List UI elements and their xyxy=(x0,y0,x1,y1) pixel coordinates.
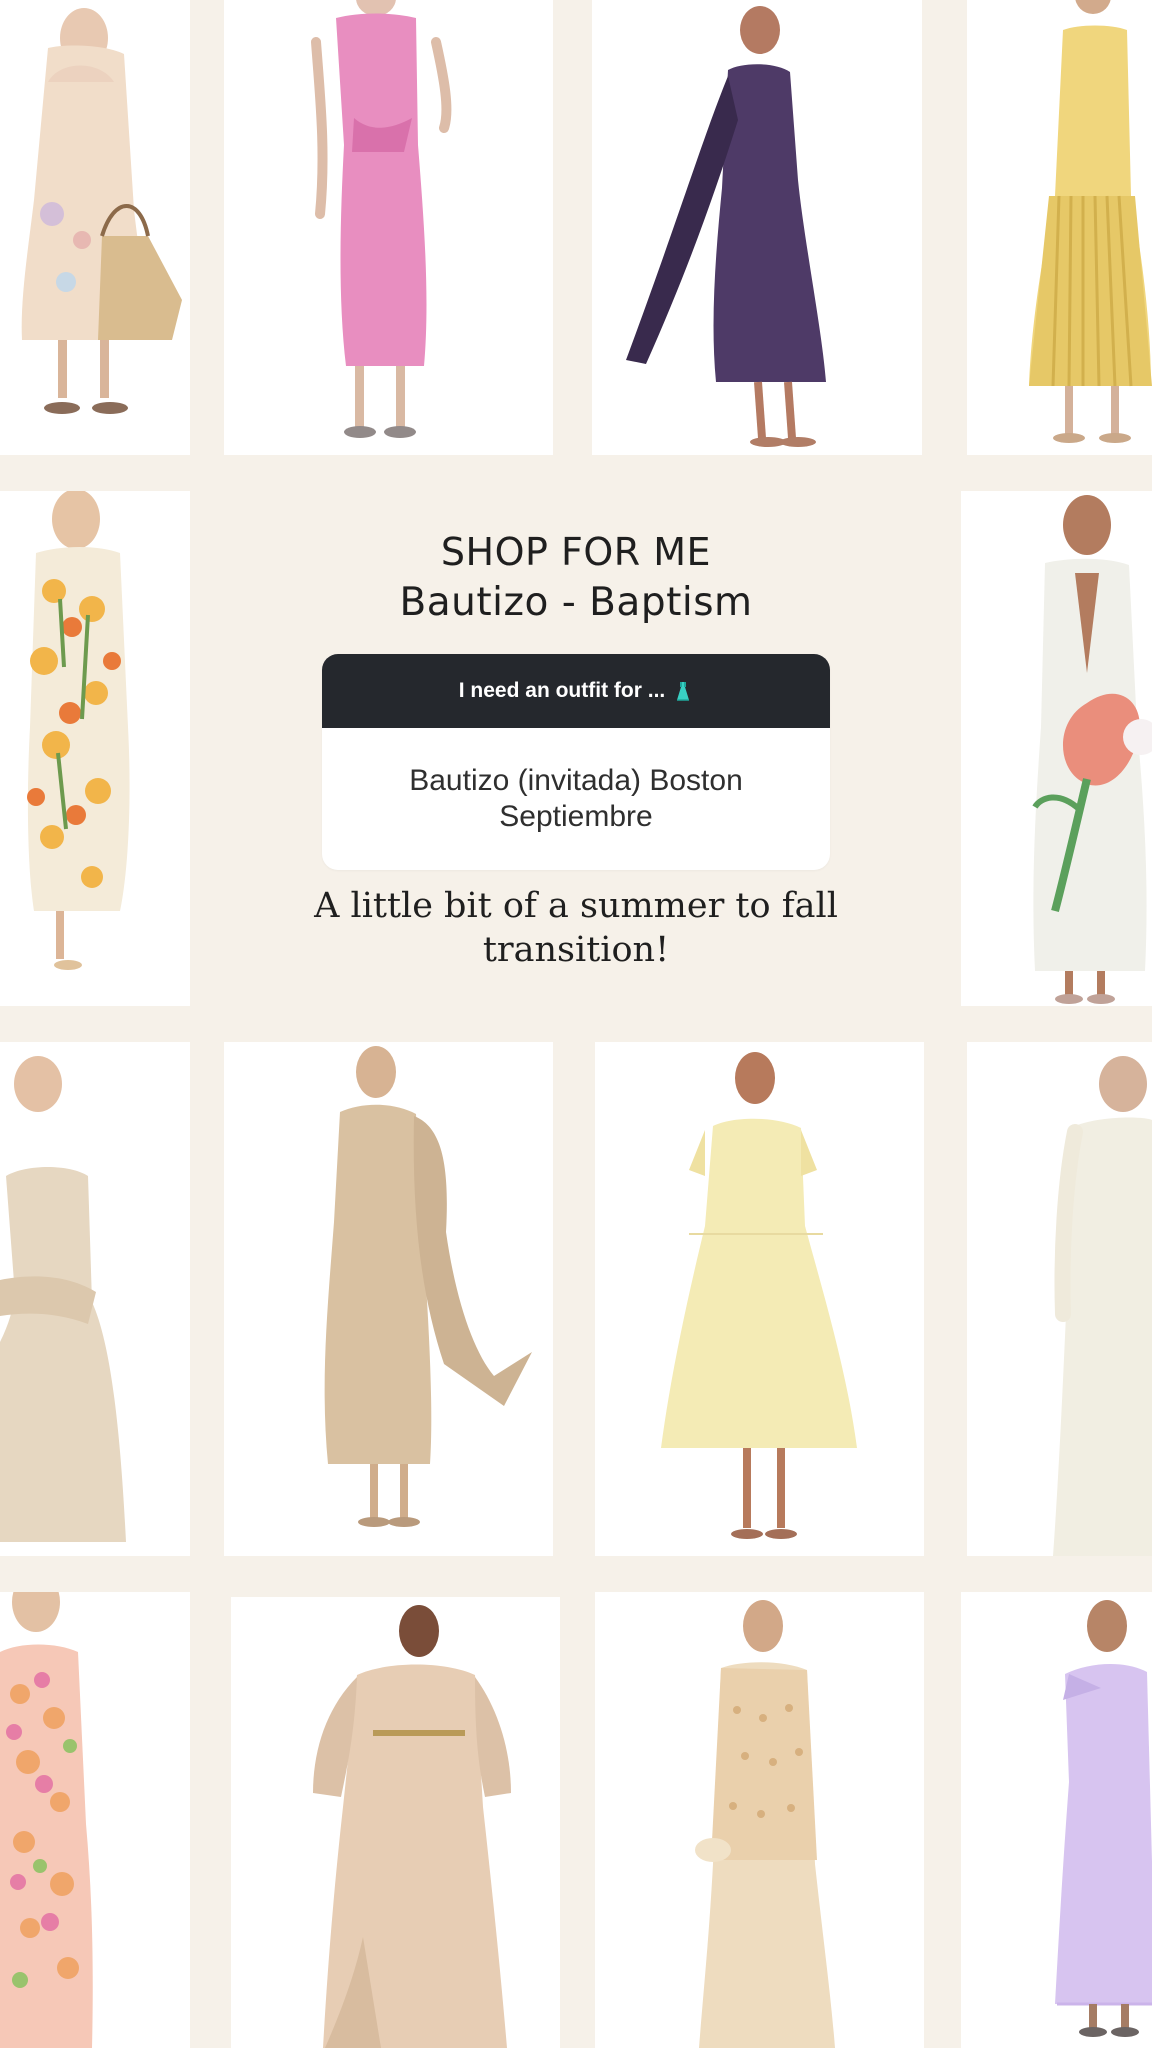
product-tile-purple-satin[interactable] xyxy=(592,0,922,455)
product-tile-ivory-peplum[interactable] xyxy=(0,1042,190,1556)
product-tile-champagne-cape[interactable] xyxy=(224,1042,553,1556)
product-tile-nude-satin-kaftan[interactable] xyxy=(231,1597,560,2048)
caption-text: A little bit of a summer to fall transit… xyxy=(314,886,838,970)
yellow-pleated-dress-image xyxy=(967,0,1152,455)
page-subtitle: Bautizo - Baptism xyxy=(399,580,753,625)
question-answer: Bautizo (invitada) Boston Septiembre xyxy=(409,764,743,833)
product-tile-peach-lace[interactable] xyxy=(0,1592,190,2048)
product-tile-tulip-print[interactable] xyxy=(0,491,190,1006)
product-tile-beige-beaded[interactable] xyxy=(595,1592,924,2048)
lilac-asymmetric-dress-image xyxy=(961,1592,1152,2048)
product-tile-pink-sheath[interactable] xyxy=(224,0,553,455)
product-tile-white-floral-halter[interactable] xyxy=(961,491,1152,1006)
question-prompt: I need an outfit for ... xyxy=(458,679,666,702)
product-tile-yellow-pleated[interactable] xyxy=(967,0,1152,455)
white-floral-halter-gown-image xyxy=(961,491,1152,1006)
product-tile-cream-knit[interactable] xyxy=(967,1042,1152,1556)
butter-midi-dress-image xyxy=(595,1042,924,1556)
peach-lace-dress-image xyxy=(0,1592,190,2048)
ivory-peplum-gown-image xyxy=(0,1042,190,1556)
product-tile-butter-midi[interactable] xyxy=(595,1042,924,1556)
champagne-cape-dress-image xyxy=(224,1042,553,1556)
pink-draped-sheath-dress-image xyxy=(224,0,553,455)
page-title: SHOP FOR ME xyxy=(440,530,712,574)
tulip-print-strapless-dress-image xyxy=(0,491,190,1006)
question-card[interactable]: I need an outfit for ... Bautizo (invita… xyxy=(322,654,830,870)
question-header: I need an outfit for ... xyxy=(322,654,830,728)
product-tile-floral-cutout[interactable] xyxy=(0,0,190,455)
dress-icon xyxy=(673,680,693,702)
floral-cutout-dress-image xyxy=(0,0,190,455)
beige-beaded-gown-image xyxy=(595,1592,924,2048)
product-tile-lilac-asymmetric[interactable] xyxy=(961,1592,1152,2048)
cream-knit-gown-image xyxy=(967,1042,1152,1556)
nude-satin-kaftan-image xyxy=(231,1597,560,2048)
purple-satin-scarf-dress-image xyxy=(592,0,922,455)
shop-for-me-panel: SHOP FOR ME Bautizo - Baptism I need an … xyxy=(196,492,956,1006)
